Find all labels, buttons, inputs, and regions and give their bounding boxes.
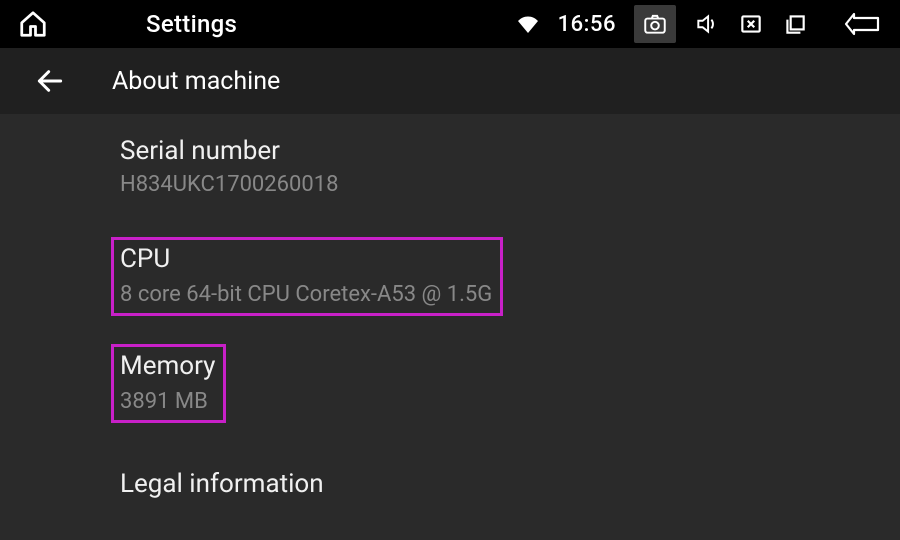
status-time: 16:56 (558, 12, 616, 37)
memory-item[interactable]: Memory 3891 MB (120, 351, 215, 414)
content-list: Serial number H834UKC1700260018 CPU 8 co… (0, 114, 900, 525)
serial-number-item[interactable]: Serial number H834UKC1700260018 (120, 114, 900, 217)
cpu-value: 8 core 64-bit CPU Coretex-A53 @ 1.5G (120, 282, 492, 307)
memory-title: Memory (120, 351, 215, 381)
legal-information-item[interactable]: Legal information (120, 423, 900, 525)
status-bar: Settings 16:56 (0, 0, 900, 48)
status-right: 16:56 (516, 11, 882, 37)
legal-title: Legal information (120, 469, 900, 499)
serial-title: Serial number (120, 136, 900, 166)
home-icon[interactable] (18, 9, 48, 39)
app-title: Settings (146, 10, 237, 38)
cpu-item[interactable]: CPU 8 core 64-bit CPU Coretex-A53 @ 1.5G (120, 244, 492, 307)
cpu-highlight: CPU 8 core 64-bit CPU Coretex-A53 @ 1.5G (111, 237, 503, 316)
camera-icon[interactable] (634, 5, 676, 43)
memory-highlight: Memory 3891 MB (111, 344, 226, 423)
back-icon[interactable] (844, 11, 882, 37)
volume-icon[interactable] (694, 11, 720, 37)
subheader: About machine (0, 48, 900, 114)
memory-value: 3891 MB (120, 389, 215, 414)
subheader-title: About machine (112, 67, 280, 96)
cpu-title: CPU (120, 244, 492, 274)
back-arrow-icon[interactable] (34, 65, 66, 97)
close-window-icon[interactable] (738, 11, 764, 37)
wifi-icon (516, 12, 540, 36)
serial-value: H834UKC1700260018 (120, 172, 900, 197)
status-left: Settings (18, 9, 237, 39)
recent-apps-icon[interactable] (782, 11, 808, 37)
